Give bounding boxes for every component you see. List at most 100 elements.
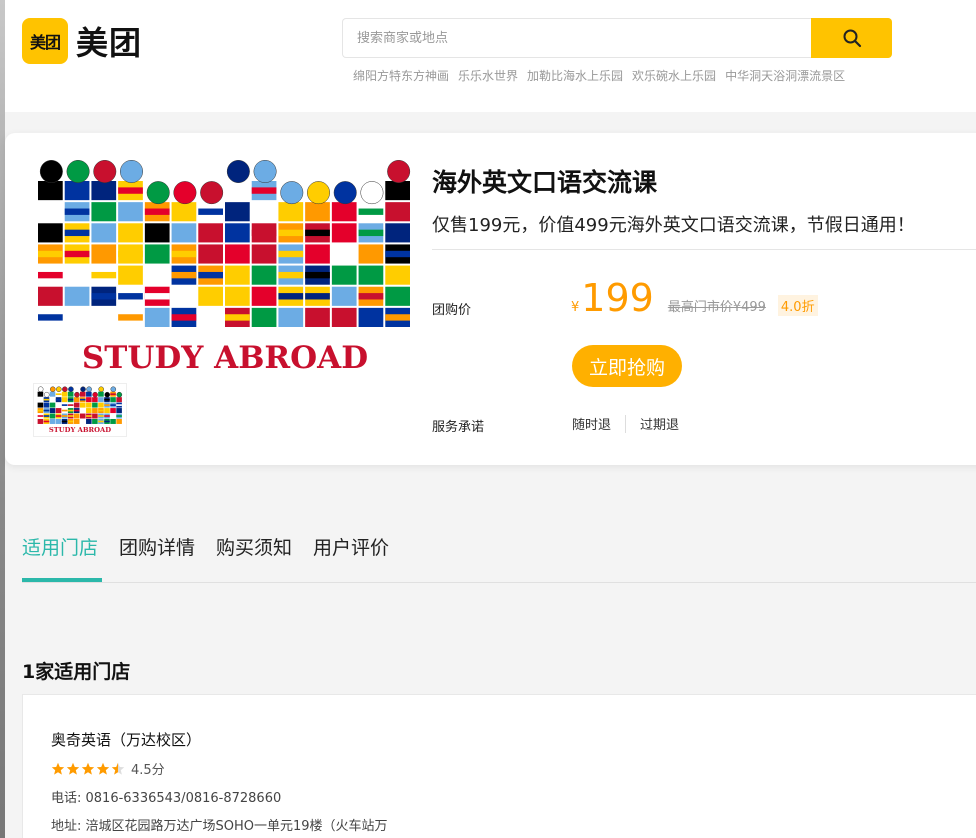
flag-stripe [118, 250, 143, 258]
flag-tile [55, 418, 62, 424]
flag-stripe [38, 314, 63, 321]
search-input[interactable] [342, 18, 812, 58]
flag-stripe [305, 229, 330, 237]
flag-tile [251, 244, 277, 264]
price-label: 团购价 [432, 303, 472, 318]
flag-stripe [305, 293, 330, 300]
flag-stripe [116, 404, 122, 406]
flag-head [66, 160, 90, 183]
service-label: 服务承诺 [432, 420, 485, 435]
flag-tile [37, 402, 44, 408]
flag-head [92, 391, 98, 398]
logo-text: 美团 [76, 24, 143, 62]
flag-tile [305, 202, 330, 222]
flag-stripe [64, 229, 90, 237]
flag-tile [144, 265, 170, 285]
flag-head [39, 160, 63, 183]
flag-stripe [278, 293, 304, 300]
flag-stripe [110, 393, 116, 396]
flag-stripe [118, 293, 143, 300]
tab-reviews[interactable]: 用户评价 [313, 533, 389, 560]
flag-stripe [358, 208, 384, 215]
flag-stripe [198, 208, 223, 215]
flag-tile [118, 202, 143, 222]
flag-stripe [104, 398, 110, 401]
flag-tile [55, 402, 62, 408]
flag-head [98, 386, 104, 393]
flag-tile [198, 244, 223, 264]
flag-tile [385, 286, 410, 306]
flag-stripe [225, 314, 250, 321]
flag-head [93, 160, 117, 183]
flag-tile [80, 408, 86, 414]
hot-word[interactable]: 乐乐水世界 [458, 67, 518, 84]
deal-thumbnail[interactable]: STUDY ABROAD [33, 383, 127, 437]
flag-head [86, 386, 92, 393]
flag-stripe [98, 420, 104, 423]
flag-stripe [55, 393, 62, 396]
flag-stripe [67, 409, 74, 412]
flag-stripe [118, 187, 143, 194]
flag-head [360, 181, 384, 205]
tabs-divider [22, 582, 976, 583]
flag-tile [251, 307, 277, 327]
flag-tile [118, 265, 143, 285]
flag-tile [110, 418, 116, 424]
service-refund-anytime: 随时退 [572, 418, 612, 433]
search-button[interactable] [811, 18, 892, 58]
flag-head [80, 386, 86, 393]
thumb-caption: STUDY ABROAD [49, 426, 111, 434]
flag-stripe [86, 415, 92, 417]
flag-tile [110, 397, 116, 403]
flag-tile [116, 397, 122, 403]
flag-tile [49, 391, 56, 397]
store-name[interactable]: 奥奇英语（万达校区） [51, 729, 201, 750]
flag-stripe [64, 208, 90, 215]
flag-tile [251, 286, 277, 306]
flag-stripe [110, 404, 116, 406]
tab-purchase-notes[interactable]: 购买须知 [216, 533, 292, 560]
flag-head [104, 391, 111, 398]
flag-tile [64, 265, 90, 285]
star-rating [51, 762, 126, 776]
flag-tile [86, 397, 92, 403]
tab-stores[interactable]: 适用门店 [22, 533, 98, 560]
deal-subtitle: 仅售199元，价值499元海外英文口语交流课，节假日通用！ [432, 215, 915, 236]
flag-stripe [61, 404, 68, 406]
flag-head [120, 160, 143, 183]
deal-main-image[interactable]: STUDY ABROAD [30, 157, 420, 397]
flag-tile [198, 223, 223, 243]
meituan-logo[interactable]: 美团 美团 [22, 18, 142, 64]
flag-head [333, 181, 357, 205]
hot-word[interactable]: 中华洞天浴洞漂流景区 [725, 67, 845, 84]
flag-stripe [43, 415, 50, 417]
flag-tile [331, 202, 357, 222]
flag-tile [104, 408, 110, 414]
flag-tile [86, 391, 92, 397]
flag-tile [198, 286, 223, 306]
flag-head [200, 181, 224, 205]
flag-tile [73, 397, 80, 403]
flag-tile [116, 418, 122, 424]
flag-stripe [104, 415, 110, 417]
store-address: 地址: 涪城区花园路万达广场SOHO一单元19楼（火车站万 [51, 819, 388, 834]
flag-stripe [61, 393, 68, 396]
tab-deal-details[interactable]: 团购详情 [119, 533, 195, 560]
flag-stripe [251, 229, 277, 237]
logo-badge: 美团 [22, 18, 68, 64]
buy-now-button[interactable]: 立即抢购 [572, 345, 682, 387]
deal-title: 海外英文口语交流课 [432, 168, 658, 197]
hot-word[interactable]: 绵阳方特东方神画 [353, 67, 449, 84]
flag-tile [144, 244, 170, 264]
flag-tile [225, 265, 250, 285]
flag-tile [225, 223, 250, 243]
price-row: ¥ 199 最高门市价¥499 4.0折 [571, 279, 818, 317]
flag-tile [144, 223, 170, 243]
hot-word[interactable]: 加勒比海水上乐园 [527, 67, 623, 84]
flag-tile [49, 413, 56, 419]
hot-word[interactable]: 欢乐碗水上乐园 [632, 67, 716, 84]
flag-stripe [144, 208, 170, 215]
flag-stripe [278, 229, 304, 237]
flag-tile [331, 244, 357, 264]
flag-head [173, 181, 197, 205]
